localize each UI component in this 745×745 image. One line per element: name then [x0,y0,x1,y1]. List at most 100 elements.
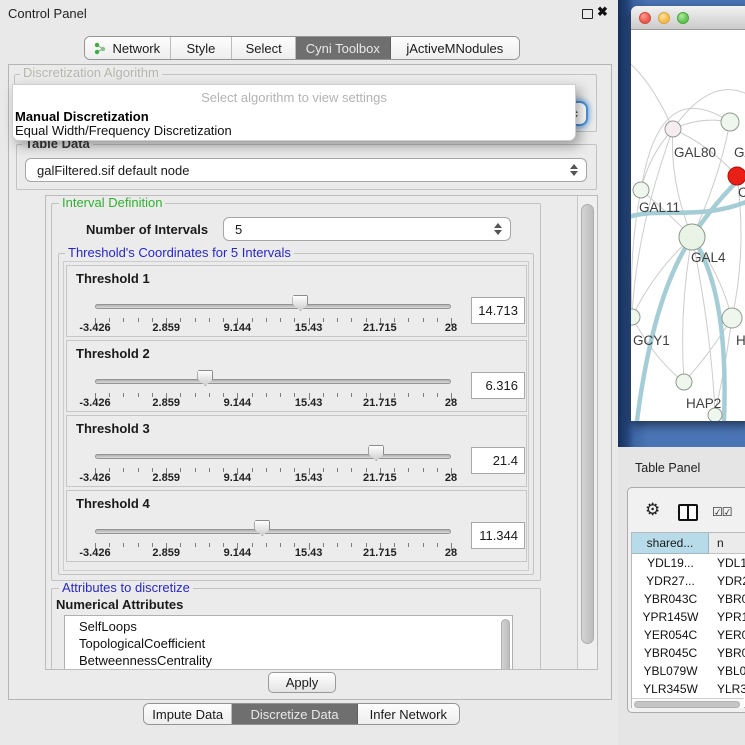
tab-cyni-toolbox[interactable]: Cyni Toolbox [296,37,391,59]
app-root: Control Panel ✖ Network Style Select Cyn… [0,0,745,745]
network-node[interactable] [721,113,739,131]
cyni-mode-tab-bar: Impute Data Discretize Data Infer Networ… [143,703,460,725]
table-header-row: shared... n [632,533,745,554]
node-label: H [736,333,745,348]
table-row[interactable]: YBR045CYBR0 [632,644,745,662]
network-canvas-svg: GAL80GACGAL11GAL4GCY1HHAP2 [631,30,745,421]
dropdown-option-equal-width-frequency[interactable]: Equal Width/Frequency Discretization [15,123,232,138]
combo-stepper-icon [566,164,582,176]
tab-network-label: Network [112,41,160,56]
threshold-slider[interactable] [95,529,451,534]
node-label: HAP2 [686,396,721,411]
table-row[interactable]: YER054CYER0 [632,626,745,644]
table-data-combobox-value: galFiltered.sif default node [26,163,566,178]
toolbox-tab-bar: Network Style Select Cyni Toolbox jActiv… [84,36,520,60]
list-scrollbar[interactable] [501,619,510,670]
threshold-label: Threshold 1 [76,271,150,286]
scrollbar-thumb[interactable] [581,204,594,644]
node-table-body: YDL19...YDL1YDR27...YDR2YBR043CYBR0YPR14… [632,554,745,708]
table-row[interactable]: YBL079WYBL0 [632,662,745,680]
threshold-slider[interactable] [95,379,451,384]
settings-scrollbar[interactable] [577,196,597,669]
network-edge[interactable] [692,122,730,237]
columns-icon[interactable] [678,504,698,521]
control-panel-titlebar: Control Panel ✖ [0,0,618,26]
table-scrollbar-thumb[interactable] [634,701,740,708]
tab-jactivemnodules[interactable]: jActiveMNodules [391,37,519,59]
table-data-combobox[interactable]: galFiltered.sif default node [25,158,587,182]
numerical-attributes-list[interactable]: SelfLoopsTopologicalCoefficientBetweenne… [64,615,513,670]
number-of-intervals-value: 5 [224,222,490,237]
tab-network[interactable]: Network [85,37,171,59]
node-label: GA [734,145,745,160]
network-edge[interactable] [631,60,673,129]
thresholds-group-label: Threshold's Coordinates for 5 Intervals [65,246,294,259]
threshold-value-field[interactable]: 11.344 [471,522,525,549]
float-window-icon[interactable] [582,9,593,19]
table-row[interactable]: YBR043CYBR0 [632,590,745,608]
threshold-slider[interactable] [95,454,451,459]
threshold-row-4: Threshold 4-3.4262.8599.14415.4321.71528… [66,490,527,562]
threshold-value-field[interactable]: 6.316 [471,372,525,399]
interval-definition-label: Interval Definition [59,196,165,209]
column-header-name[interactable]: n [709,533,745,554]
table-panel-title: Table Panel [635,461,700,475]
network-node[interactable] [631,309,640,325]
attribute-item[interactable]: TopologicalCoefficient [65,635,512,652]
network-node[interactable] [676,374,692,390]
node-label: GCY1 [633,333,670,348]
network-node[interactable] [665,121,681,137]
threshold-label: Threshold 2 [76,346,150,361]
network-icon [94,42,107,55]
node-label: GAL11 [639,200,680,215]
slider-scale-labels: -3.4262.8599.14415.4321.71528 [67,472,526,484]
table-row[interactable]: YDR27...YDR2 [632,572,745,590]
tab-discretize-data[interactable]: Discretize Data [232,704,357,724]
tab-impute-data[interactable]: Impute Data [144,704,232,724]
table-horizontal-scrollbar[interactable] [632,698,744,708]
dropdown-option-manual-discretization[interactable]: Manual Discretization [15,109,149,124]
network-window-titlebar[interactable] [631,6,745,30]
table-row[interactable]: YPR145WYPR1 [632,608,745,626]
select-columns-icon[interactable]: ☑☑ [712,505,732,519]
node-label: C [738,185,745,200]
tab-jactivemnodules-label: jActiveMNodules [406,41,503,56]
network-window: GAL80GACGAL11GAL4GCY1HHAP2 [631,6,745,421]
attribute-item[interactable]: SelfLoops [65,618,512,635]
settings-scroll-pane: Interval Definition Number of Intervals … [45,195,598,670]
slider-scale-labels: -3.4262.8599.14415.4321.71528 [67,322,526,334]
tab-select[interactable]: Select [232,37,296,59]
table-row[interactable]: YDL19...YDL1 [632,554,745,572]
network-node[interactable] [728,167,745,185]
network-node[interactable] [633,182,649,198]
table-row[interactable]: YLR345WYLR3 [632,680,745,698]
threshold-value-field[interactable]: 14.713 [471,297,525,324]
network-node[interactable] [722,308,742,328]
thresholds-container: Threshold 1 -3.4262.8599.14415.4321.71528… [63,261,529,571]
network-edge[interactable] [641,129,673,190]
network-edge[interactable] [632,317,684,382]
tab-infer-network[interactable]: Infer Network [358,704,459,724]
tab-style[interactable]: Style [171,37,233,59]
threshold-slider[interactable] [95,304,451,309]
zoom-traffic-light-icon[interactable] [677,12,689,24]
tab-style-label: Style [187,41,216,56]
minimize-traffic-light-icon[interactable] [658,12,670,24]
network-edge[interactable] [637,237,692,421]
threshold-value-field[interactable]: 21.4 [471,447,525,474]
number-of-intervals-combobox[interactable]: 5 [223,217,511,241]
attribute-item[interactable]: BetweennessCentrality [65,652,512,669]
panel-title: Control Panel [8,6,87,21]
gear-icon[interactable]: ⚙ [645,500,660,520]
column-header-shared-name[interactable]: shared... [632,533,709,554]
close-traffic-light-icon[interactable] [639,12,651,24]
threshold-row-2: Threshold 2-3.4262.8599.14415.4321.71528… [66,340,527,412]
tab-select-label: Select [246,41,282,56]
close-icon[interactable]: ✖ [597,4,608,20]
tab-impute-data-label: Impute Data [152,707,223,722]
network-node[interactable] [679,224,705,250]
network-canvas[interactable]: GAL80GACGAL11GAL4GCY1HHAP2 [631,30,745,421]
numerical-attributes-label: Numerical Attributes [56,597,183,612]
apply-button[interactable]: Apply [268,672,336,693]
combo-stepper-icon [490,223,506,235]
